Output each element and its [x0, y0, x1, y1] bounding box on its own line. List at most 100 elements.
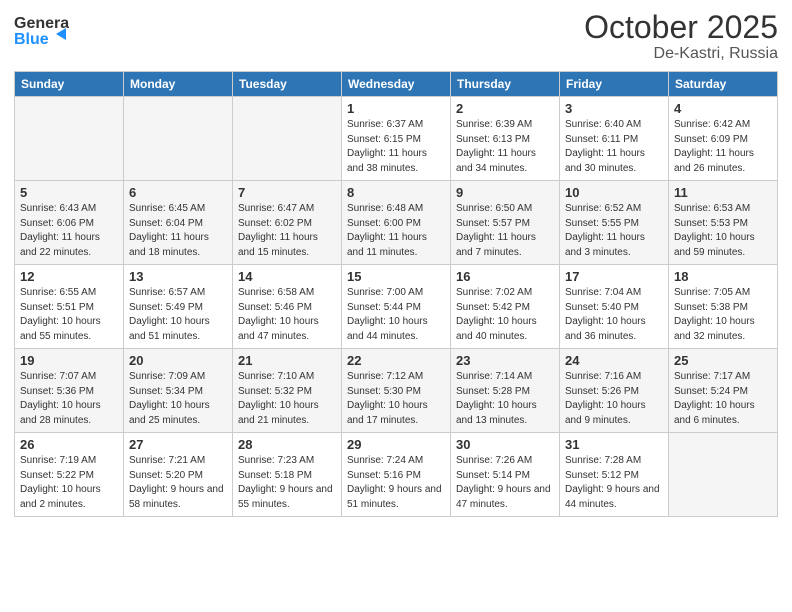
title-area: October 2025 De-Kastri, Russia [584, 10, 778, 63]
day-number: 1 [347, 101, 445, 116]
calendar-week-row: 5 Sunrise: 6:43 AM Sunset: 6:06 PM Daylig… [15, 181, 778, 265]
day-number: 30 [456, 437, 554, 452]
day-number: 3 [565, 101, 663, 116]
table-row: 13 Sunrise: 6:57 AM Sunset: 5:49 PM Dayli… [124, 265, 233, 349]
table-row [233, 97, 342, 181]
logo: General Blue [14, 10, 69, 52]
day-info: Sunrise: 7:07 AM Sunset: 5:36 PM Dayligh… [20, 370, 118, 428]
day-info: Sunrise: 6:45 AM Sunset: 6:04 PM Dayligh… [129, 202, 227, 260]
day-info: Sunrise: 7:02 AM Sunset: 5:42 PM Dayligh… [456, 286, 554, 344]
day-number: 16 [456, 269, 554, 284]
day-info: Sunrise: 6:37 AM Sunset: 6:15 PM Dayligh… [347, 118, 445, 176]
table-row: 18Sunrise: 7:05 AM Sunset: 5:38 PM Dayli… [669, 265, 778, 349]
day-number: 11 [674, 185, 772, 200]
table-row: 1 Sunrise: 6:37 AM Sunset: 6:15 PM Daylig… [342, 97, 451, 181]
table-row: 9Sunrise: 6:50 AM Sunset: 5:57 PM Daylig… [451, 181, 560, 265]
day-number: 13 [129, 269, 227, 284]
table-row: 16 Sunrise: 7:02 AM Sunset: 5:42 PM Dayli… [451, 265, 560, 349]
day-number: 31 [565, 437, 663, 452]
day-number: 7 [238, 185, 336, 200]
table-row: 7 Sunrise: 6:47 AM Sunset: 6:02 PM Daylig… [233, 181, 342, 265]
header: General Blue October 2025 De-Kastri, Rus… [14, 10, 778, 63]
day-number: 22 [347, 353, 445, 368]
day-number: 26 [20, 437, 118, 452]
day-info: Sunrise: 7:26 AM Sunset: 5:14 PM Dayligh… [456, 454, 554, 512]
day-info: Sunrise: 7:12 AM Sunset: 5:30 PM Dayligh… [347, 370, 445, 428]
day-info: Sunrise: 7:23 AM Sunset: 5:18 PM Dayligh… [238, 454, 336, 512]
table-row: 12Sunrise: 6:55 AM Sunset: 5:51 PM Dayli… [15, 265, 124, 349]
day-info: Sunrise: 7:28 AM Sunset: 5:12 PM Dayligh… [565, 454, 663, 512]
table-row: 17Sunrise: 7:04 AM Sunset: 5:40 PM Dayli… [560, 265, 669, 349]
page-container: General Blue October 2025 De-Kastri, Rus… [0, 0, 792, 527]
day-info: Sunrise: 6:40 AM Sunset: 6:11 PM Dayligh… [565, 118, 663, 176]
day-number: 14 [238, 269, 336, 284]
day-info: Sunrise: 7:10 AM Sunset: 5:32 PM Dayligh… [238, 370, 336, 428]
day-number: 27 [129, 437, 227, 452]
table-row: 26Sunrise: 7:19 AM Sunset: 5:22 PM Dayli… [15, 433, 124, 517]
day-number: 4 [674, 101, 772, 116]
table-row: 23Sunrise: 7:14 AM Sunset: 5:28 PM Dayli… [451, 349, 560, 433]
day-info: Sunrise: 6:42 AM Sunset: 6:09 PM Dayligh… [674, 118, 772, 176]
col-monday: Monday [124, 72, 233, 97]
table-row: 22 Sunrise: 7:12 AM Sunset: 5:30 PM Dayli… [342, 349, 451, 433]
day-info: Sunrise: 6:43 AM Sunset: 6:06 PM Dayligh… [20, 202, 118, 260]
col-saturday: Saturday [669, 72, 778, 97]
logo-svg: General Blue [14, 10, 69, 52]
col-friday: Friday [560, 72, 669, 97]
col-wednesday: Wednesday [342, 72, 451, 97]
table-row: 19 Sunrise: 7:07 AM Sunset: 5:36 PM Dayli… [15, 349, 124, 433]
col-tuesday: Tuesday [233, 72, 342, 97]
day-info: Sunrise: 6:39 AM Sunset: 6:13 PM Dayligh… [456, 118, 554, 176]
table-row: 27 Sunrise: 7:21 AM Sunset: 5:20 PM Dayli… [124, 433, 233, 517]
svg-text:Blue: Blue [14, 31, 49, 48]
day-info: Sunrise: 7:24 AM Sunset: 5:16 PM Dayligh… [347, 454, 445, 512]
day-number: 19 [20, 353, 118, 368]
day-number: 10 [565, 185, 663, 200]
table-row: 4 Sunrise: 6:42 AM Sunset: 6:09 PM Daylig… [669, 97, 778, 181]
day-number: 12 [20, 269, 118, 284]
table-row: 24Sunrise: 7:16 AM Sunset: 5:26 PM Dayli… [560, 349, 669, 433]
table-row: 15Sunrise: 7:00 AM Sunset: 5:44 PM Dayli… [342, 265, 451, 349]
day-number: 5 [20, 185, 118, 200]
table-row: 6 Sunrise: 6:45 AM Sunset: 6:04 PM Daylig… [124, 181, 233, 265]
table-row: 20 Sunrise: 7:09 AM Sunset: 5:34 PM Dayli… [124, 349, 233, 433]
table-row: 11Sunrise: 6:53 AM Sunset: 5:53 PM Dayli… [669, 181, 778, 265]
day-number: 29 [347, 437, 445, 452]
table-row: 10 Sunrise: 6:52 AM Sunset: 5:55 PM Dayli… [560, 181, 669, 265]
day-number: 17 [565, 269, 663, 284]
calendar-week-row: 1 Sunrise: 6:37 AM Sunset: 6:15 PM Daylig… [15, 97, 778, 181]
location: De-Kastri, Russia [584, 45, 778, 63]
day-info: Sunrise: 7:14 AM Sunset: 5:28 PM Dayligh… [456, 370, 554, 428]
table-row: 25 Sunrise: 7:17 AM Sunset: 5:24 PM Dayli… [669, 349, 778, 433]
day-number: 20 [129, 353, 227, 368]
day-info: Sunrise: 6:57 AM Sunset: 5:49 PM Dayligh… [129, 286, 227, 344]
col-sunday: Sunday [15, 72, 124, 97]
day-info: Sunrise: 6:50 AM Sunset: 5:57 PM Dayligh… [456, 202, 554, 260]
calendar-week-row: 12Sunrise: 6:55 AM Sunset: 5:51 PM Dayli… [15, 265, 778, 349]
day-number: 24 [565, 353, 663, 368]
calendar-week-row: 26Sunrise: 7:19 AM Sunset: 5:22 PM Dayli… [15, 433, 778, 517]
table-row: 28 Sunrise: 7:23 AM Sunset: 5:18 PM Dayli… [233, 433, 342, 517]
table-row: 14 Sunrise: 6:58 AM Sunset: 5:46 PM Dayli… [233, 265, 342, 349]
day-info: Sunrise: 7:05 AM Sunset: 5:38 PM Dayligh… [674, 286, 772, 344]
day-number: 25 [674, 353, 772, 368]
table-row [15, 97, 124, 181]
table-row: 21Sunrise: 7:10 AM Sunset: 5:32 PM Dayli… [233, 349, 342, 433]
day-info: Sunrise: 6:47 AM Sunset: 6:02 PM Dayligh… [238, 202, 336, 260]
svg-text:General: General [14, 15, 69, 32]
day-number: 15 [347, 269, 445, 284]
calendar-header-row: Sunday Monday Tuesday Wednesday Thursday… [15, 72, 778, 97]
day-info: Sunrise: 7:17 AM Sunset: 5:24 PM Dayligh… [674, 370, 772, 428]
day-number: 8 [347, 185, 445, 200]
table-row [124, 97, 233, 181]
day-info: Sunrise: 7:21 AM Sunset: 5:20 PM Dayligh… [129, 454, 227, 512]
day-number: 6 [129, 185, 227, 200]
day-info: Sunrise: 6:52 AM Sunset: 5:55 PM Dayligh… [565, 202, 663, 260]
table-row: 3 Sunrise: 6:40 AM Sunset: 6:11 PM Daylig… [560, 97, 669, 181]
day-number: 28 [238, 437, 336, 452]
table-row: 29 Sunrise: 7:24 AM Sunset: 5:16 PM Dayli… [342, 433, 451, 517]
calendar-table: Sunday Monday Tuesday Wednesday Thursday… [14, 71, 778, 517]
table-row [669, 433, 778, 517]
day-info: Sunrise: 7:09 AM Sunset: 5:34 PM Dayligh… [129, 370, 227, 428]
day-info: Sunrise: 6:58 AM Sunset: 5:46 PM Dayligh… [238, 286, 336, 344]
